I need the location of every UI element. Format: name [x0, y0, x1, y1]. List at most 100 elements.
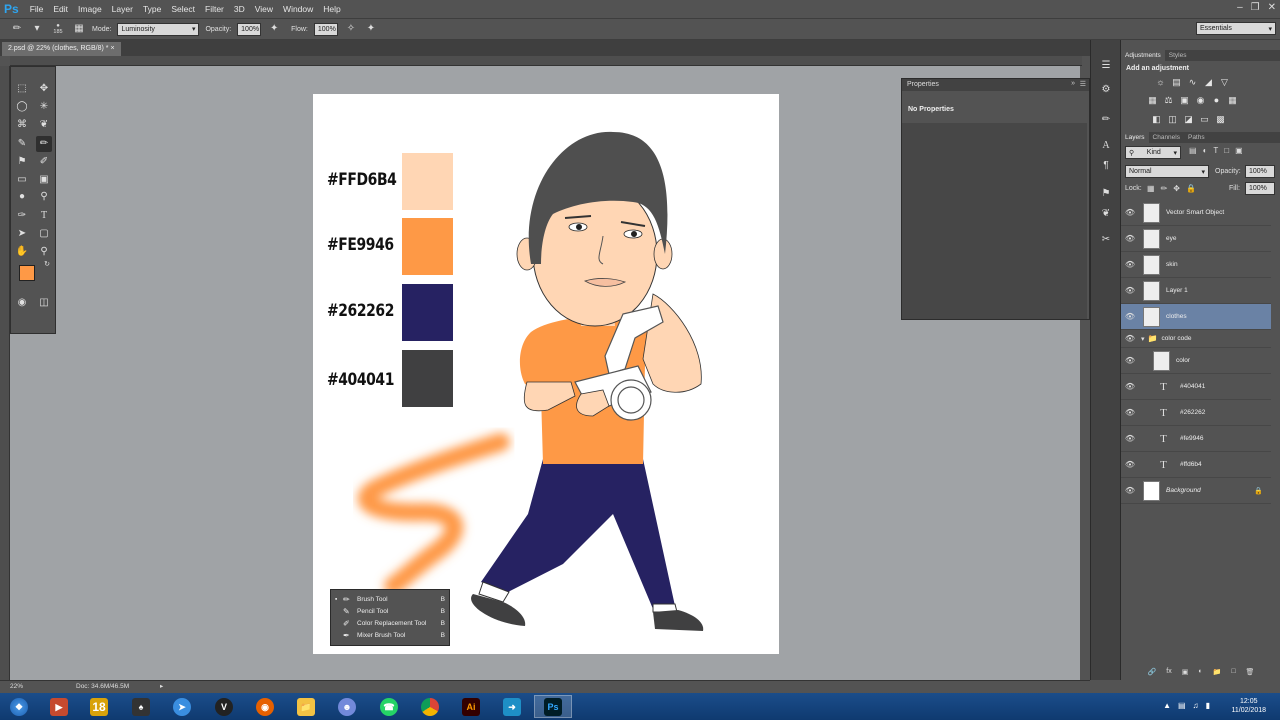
healing-brush-icon[interactable]: ✎ [14, 136, 30, 152]
panel-menu-icon[interactable]: ☰ [1080, 80, 1086, 88]
taskbar-app[interactable]: 📁 [287, 695, 325, 718]
menu-help[interactable]: Help [318, 4, 345, 14]
lock-position-icon[interactable]: ✥ [1173, 184, 1180, 193]
airbrush-icon[interactable]: ✧ [344, 22, 358, 36]
layer-row[interactable]: 👁 Layer 1 [1121, 278, 1271, 304]
close-icon[interactable]: ✕ [1268, 2, 1276, 13]
vibrance-icon[interactable]: ▽ [1219, 77, 1230, 88]
type-tool-icon[interactable]: T [36, 208, 52, 224]
eye-icon[interactable]: 👁 [1121, 286, 1139, 295]
link-layers-icon[interactable]: 🔗 [1148, 668, 1157, 680]
pressure-opacity-icon[interactable]: ✦ [267, 22, 281, 36]
text-filter-icon[interactable]: T [1213, 146, 1218, 155]
text-layer-row[interactable]: 👁 T #fe9946 [1121, 426, 1271, 452]
invert-icon[interactable]: ◧ [1151, 114, 1162, 125]
taskbar-app[interactable]: Ai [452, 695, 490, 718]
taskbar-app[interactable]: ➜ [493, 695, 531, 718]
curves-icon[interactable]: ∿ [1187, 77, 1198, 88]
flyout-item-color-replacement-tool[interactable]: ✐ Color Replacement Tool B [335, 617, 445, 629]
background-layer-row[interactable]: 👁 Background 🔒 [1121, 478, 1271, 504]
brightness-icon[interactable]: ☼ [1155, 77, 1166, 88]
network-icon[interactable]: ▤ [1178, 701, 1186, 710]
path-selection-icon[interactable]: ➤ [14, 226, 30, 242]
collapse-icon[interactable]: » [1071, 80, 1075, 87]
lasso-tool-icon[interactable]: ◯ [14, 99, 30, 115]
clock[interactable]: 12:05 11/02/2018 [1231, 697, 1266, 715]
paragraph-panel-icon[interactable]: ¶ [1098, 158, 1114, 174]
layer-row[interactable]: 👁 color [1121, 348, 1271, 374]
threshold-icon[interactable]: ◪ [1183, 114, 1194, 125]
layer-style-icon[interactable]: fx [1166, 668, 1171, 680]
gradient-icon[interactable]: ▣ [36, 172, 52, 188]
eye-icon[interactable]: 👁 [1121, 312, 1139, 321]
eye-icon[interactable]: 👁 [1121, 208, 1139, 217]
tab-paths[interactable]: Paths [1184, 132, 1209, 143]
taskbar-app[interactable]: ☎ [370, 695, 408, 718]
brush-tool-icon[interactable]: ✏ [36, 136, 52, 152]
black-white-icon[interactable]: ▣ [1179, 95, 1190, 106]
clone-stamp-icon[interactable]: ⚑ [14, 154, 30, 170]
eye-icon[interactable]: 👁 [1121, 408, 1139, 417]
glyphs-panel-icon[interactable]: ❦ [1098, 206, 1114, 222]
lock-transparency-icon[interactable]: ▦ [1147, 184, 1155, 193]
layer-row[interactable]: 👁 Vector Smart Object [1121, 200, 1271, 226]
eyedropper-icon[interactable]: ❦ [36, 117, 52, 133]
photo-filter-icon[interactable]: ◉ [1195, 95, 1206, 106]
menu-file[interactable]: File [25, 4, 49, 14]
menu-view[interactable]: View [250, 4, 278, 14]
menu-type[interactable]: Type [138, 4, 166, 14]
new-group-icon[interactable]: 📁 [1213, 668, 1222, 680]
levels-icon[interactable]: ▤ [1171, 77, 1182, 88]
marquee-tool-icon[interactable]: ⬚ [14, 81, 30, 97]
eye-icon[interactable]: 👁 [1121, 486, 1139, 495]
document-tab[interactable]: 2.psd @ 22% (clothes, RGB/8) * × [2, 42, 121, 56]
dropdown-arrow-icon[interactable]: ▾ [30, 22, 44, 36]
tab-channels[interactable]: Channels [1149, 132, 1184, 143]
menu-3d[interactable]: 3D [229, 4, 250, 14]
tray-expand-icon[interactable]: ▲ [1163, 701, 1171, 710]
new-layer-icon[interactable]: □ [1231, 668, 1235, 680]
eye-icon[interactable]: 👁 [1121, 260, 1139, 269]
menu-image[interactable]: Image [73, 4, 107, 14]
volume-icon[interactable]: ♫ [1193, 701, 1199, 710]
eye-icon[interactable]: 👁 [1121, 460, 1139, 469]
taskbar-app[interactable]: ◉ [246, 695, 284, 718]
foreground-color-swatch[interactable] [19, 265, 35, 281]
tab-adjustments[interactable]: Adjustments [1121, 50, 1165, 61]
layer-row-selected[interactable]: 👁 clothes [1121, 304, 1271, 330]
channel-mixer-icon[interactable]: ● [1211, 95, 1222, 106]
move-tool-icon[interactable]: ✥ [36, 81, 52, 97]
properties-panel-icon[interactable]: ⚙ [1098, 82, 1114, 98]
layer-mask-icon[interactable]: ▣ [1182, 668, 1189, 680]
disclosure-triangle-icon[interactable]: ▾ [1141, 335, 1145, 343]
hand-tool-icon[interactable]: ✋ [14, 244, 30, 260]
battery-icon[interactable]: ▮ [1206, 701, 1210, 710]
menu-window[interactable]: Window [278, 4, 318, 14]
blend-mode-select[interactable]: Normal ▾ [1125, 165, 1209, 178]
gradient-map-icon[interactable]: ▭ [1199, 114, 1210, 125]
color-balance-icon[interactable]: ⚖ [1163, 95, 1174, 106]
brush-size-picker[interactable]: ● 185 [50, 23, 66, 35]
lock-all-icon[interactable]: 🔒 [1186, 184, 1196, 193]
minimize-icon[interactable]: – [1237, 2, 1243, 13]
eye-icon[interactable]: 👁 [1121, 356, 1139, 365]
brush-panel-icon[interactable]: ✏ [1098, 112, 1114, 128]
taskbar-app[interactable]: ☻ [328, 695, 366, 718]
artboard[interactable]: #FFD6B4 #FE9946 #262262 #404041 ▪ ✏ Brus… [313, 94, 779, 654]
eye-icon[interactable]: 👁 [1121, 382, 1139, 391]
workspace-select[interactable]: Essentials ▾ [1196, 22, 1276, 35]
restore-icon[interactable]: ❐ [1251, 2, 1260, 13]
taskbar-app[interactable]: 18 [80, 695, 118, 718]
tab-styles[interactable]: Styles [1165, 50, 1191, 61]
clone-source-icon[interactable]: ⚑ [1098, 186, 1114, 202]
pen-tool-icon[interactable]: ✑ [14, 208, 30, 224]
flow-input[interactable]: 100% [313, 22, 338, 36]
layer-row[interactable]: 👁 skin [1121, 252, 1271, 278]
adjustment-layer-icon[interactable]: ◐ [1198, 668, 1202, 680]
start-button[interactable]: ❖ [0, 695, 38, 718]
text-layer-row[interactable]: 👁 T #262262 [1121, 400, 1271, 426]
eye-icon[interactable]: 👁 [1121, 234, 1139, 243]
eye-icon[interactable]: 👁 [1121, 334, 1139, 343]
quick-mask-icon[interactable]: ◉ [14, 295, 30, 311]
eye-icon[interactable]: 👁 [1121, 434, 1139, 443]
